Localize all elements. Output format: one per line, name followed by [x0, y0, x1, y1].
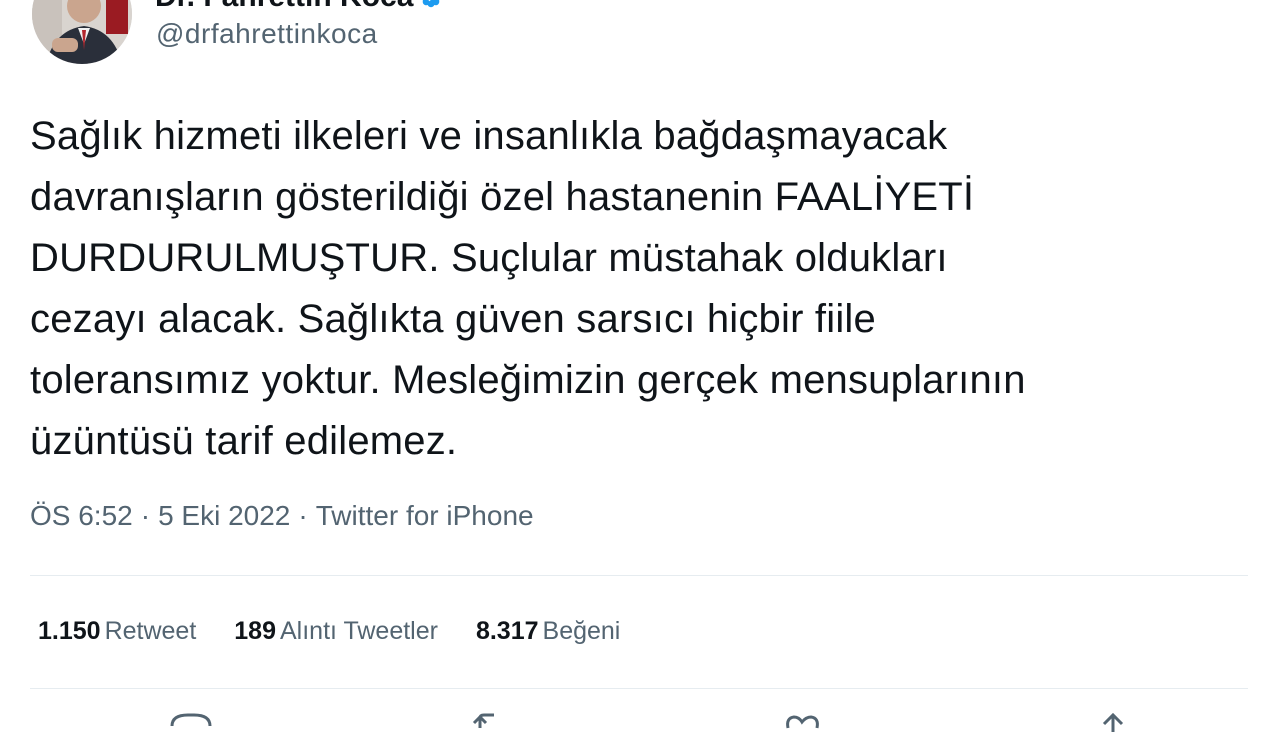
retweet-icon[interactable] — [472, 712, 518, 732]
retweet-count-label: Retweet — [104, 617, 197, 645]
meta-separator: · — [298, 500, 308, 531]
tweet-source[interactable]: Twitter for iPhone — [316, 500, 534, 531]
meta-separator: · — [140, 500, 151, 531]
retweet-count[interactable]: 1.150 Retweet — [38, 615, 196, 647]
quote-count-label: Alıntı Tweetler — [280, 617, 438, 645]
display-name[interactable]: Dr. Fahrettin Koca — [155, 0, 443, 14]
like-count-label: Beğeni — [542, 617, 621, 645]
like-count-number: 8.317 — [475, 617, 539, 645]
divider — [30, 575, 1248, 576]
tweet-meta: ÖS 6:52 · 5 Eki 2022 · Twitter for iPhone — [30, 499, 534, 533]
avatar-photo — [32, 0, 132, 64]
user-handle[interactable]: @drfahrettinkoca — [156, 18, 378, 50]
quote-count-number: 189 — [234, 617, 276, 645]
reply-icon[interactable] — [168, 712, 214, 732]
tweet-stats: 1.150 Retweet 189 Alıntı Tweetler 8.317 Beğen… — [38, 615, 658, 647]
divider — [30, 688, 1248, 689]
like-icon[interactable] — [782, 712, 828, 732]
avatar[interactable] — [32, 0, 132, 64]
retweet-count-number: 1.150 — [38, 617, 101, 645]
like-count[interactable]: 8.317 Beğeni — [476, 615, 620, 647]
share-icon[interactable] — [1090, 712, 1136, 732]
tweet-text: Sağlık hizmeti ilkeleri ve insanlıkla ba… — [30, 114, 1026, 463]
verified-badge-icon — [422, 0, 441, 8]
action-bar — [0, 712, 1280, 732]
tweet-time[interactable]: ÖS 6:52 — [30, 500, 133, 531]
quote-count[interactable]: 189 Alıntı Tweetler — [234, 615, 438, 647]
tweet-date[interactable]: 5 Eki 2022 — [158, 500, 290, 531]
display-name-text: Dr. Fahrettin Koca — [155, 0, 413, 13]
